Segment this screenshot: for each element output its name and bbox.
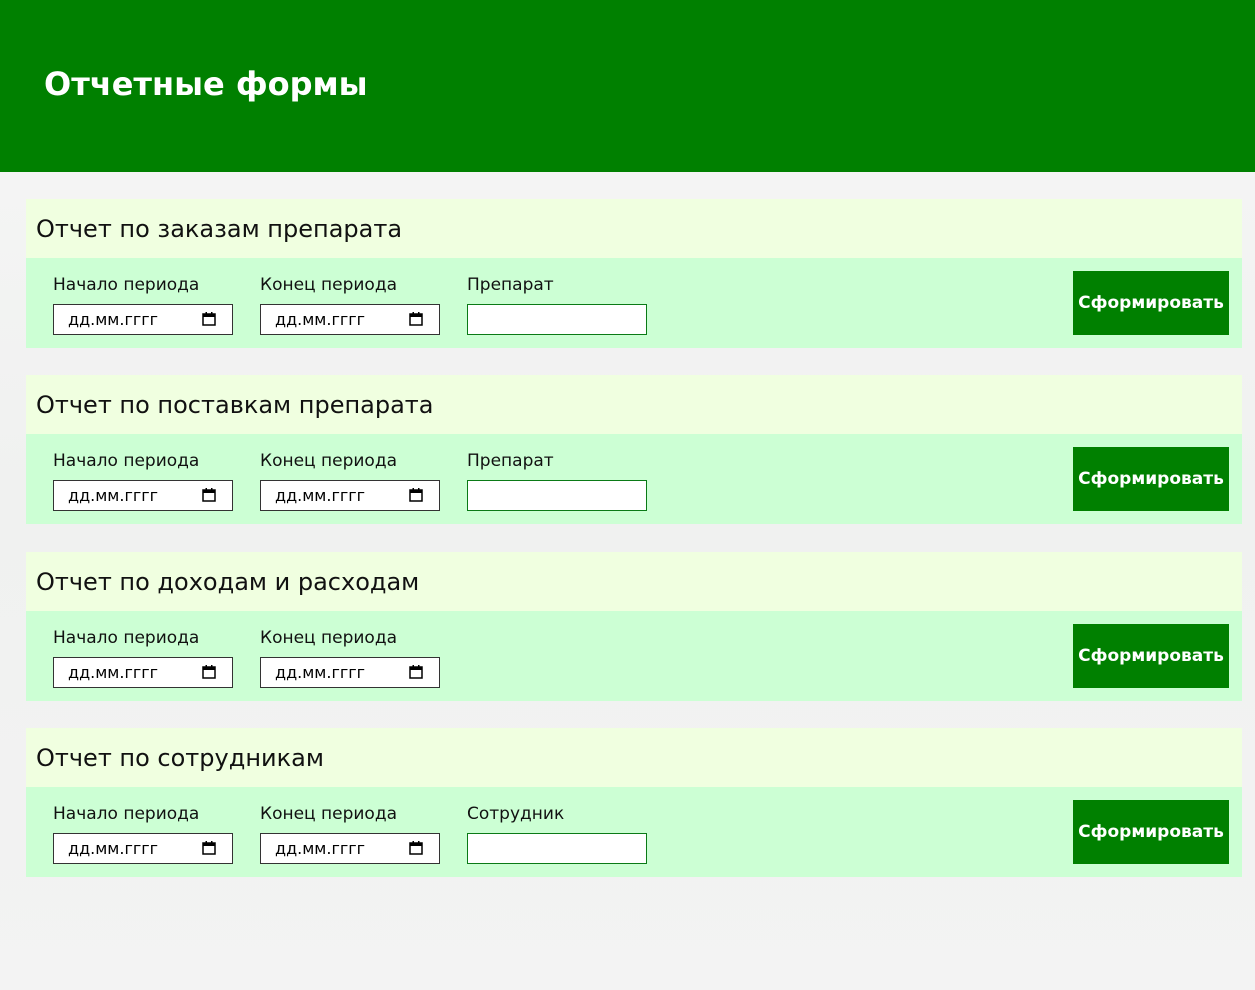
report-title-bar: Отчет по сотрудникам xyxy=(26,728,1242,787)
calendar-icon[interactable] xyxy=(202,665,216,679)
report-title: Отчет по поставкам препарата xyxy=(36,391,434,419)
report-supplies: Отчет по поставкам препарата Начало пери… xyxy=(26,375,1242,524)
date-placeholder: дд.мм.гггг xyxy=(275,839,366,858)
date-placeholder: дд.мм.гггг xyxy=(68,310,159,329)
calendar-icon[interactable] xyxy=(202,841,216,855)
end-date-input[interactable]: дд.мм.гггг xyxy=(260,833,440,864)
start-date-label: Начало периода xyxy=(53,804,200,824)
calendar-icon[interactable] xyxy=(202,488,216,502)
start-date-input[interactable]: дд.мм.гггг xyxy=(53,480,233,511)
end-date-label: Конец периода xyxy=(260,804,398,824)
report-title: Отчет по заказам препарата xyxy=(36,215,403,243)
page-title: Отчетные формы xyxy=(44,65,368,103)
drug-label: Препарат xyxy=(467,451,554,471)
date-placeholder: дд.мм.гггг xyxy=(68,839,159,858)
start-date-label: Начало периода xyxy=(53,275,200,295)
report-title-bar: Отчет по поставкам препарата xyxy=(26,375,1242,434)
report-form: Начало периода дд.мм.гггг Конец периода … xyxy=(26,258,1242,348)
generate-button[interactable]: Сформировать xyxy=(1073,447,1229,511)
end-date-label: Конец периода xyxy=(260,275,398,295)
employee-input[interactable] xyxy=(467,833,647,864)
generate-button[interactable]: Сформировать xyxy=(1073,624,1229,688)
drug-label: Препарат xyxy=(467,275,554,295)
calendar-icon[interactable] xyxy=(409,488,423,502)
report-form: Начало периода дд.мм.гггг Конец периода … xyxy=(26,434,1242,524)
start-date-label: Начало периода xyxy=(53,628,200,648)
date-placeholder: дд.мм.гггг xyxy=(68,486,159,505)
report-title: Отчет по доходам и расходам xyxy=(36,568,420,596)
calendar-icon[interactable] xyxy=(202,312,216,326)
date-placeholder: дд.мм.гггг xyxy=(68,663,159,682)
date-placeholder: дд.мм.гггг xyxy=(275,486,366,505)
end-date-input[interactable]: дд.мм.гггг xyxy=(260,657,440,688)
generate-button[interactable]: Сформировать xyxy=(1073,800,1229,864)
report-orders: Отчет по заказам препарата Начало период… xyxy=(26,199,1242,348)
end-date-label: Конец периода xyxy=(260,628,398,648)
date-placeholder: дд.мм.гггг xyxy=(275,310,366,329)
start-date-input[interactable]: дд.мм.гггг xyxy=(53,304,233,335)
calendar-icon[interactable] xyxy=(409,665,423,679)
page-header: Отчетные формы xyxy=(0,0,1255,172)
start-date-input[interactable]: дд.мм.гггг xyxy=(53,833,233,864)
report-form: Начало периода дд.мм.гггг Конец периода … xyxy=(26,787,1242,877)
end-date-label: Конец периода xyxy=(260,451,398,471)
start-date-input[interactable]: дд.мм.гггг xyxy=(53,657,233,688)
report-title-bar: Отчет по заказам препарата xyxy=(26,199,1242,258)
drug-input[interactable] xyxy=(467,480,647,511)
report-employees: Отчет по сотрудникам Начало периода дд.м… xyxy=(26,728,1242,877)
end-date-input[interactable]: дд.мм.гггг xyxy=(260,480,440,511)
calendar-icon[interactable] xyxy=(409,841,423,855)
report-income-expenses: Отчет по доходам и расходам Начало перио… xyxy=(26,552,1242,701)
drug-input[interactable] xyxy=(467,304,647,335)
report-form: Начало периода дд.мм.гггг Конец периода … xyxy=(26,611,1242,701)
generate-button[interactable]: Сформировать xyxy=(1073,271,1229,335)
start-date-label: Начало периода xyxy=(53,451,200,471)
report-title-bar: Отчет по доходам и расходам xyxy=(26,552,1242,611)
end-date-input[interactable]: дд.мм.гггг xyxy=(260,304,440,335)
employee-label: Сотрудник xyxy=(467,804,565,824)
calendar-icon[interactable] xyxy=(409,312,423,326)
report-title: Отчет по сотрудникам xyxy=(36,744,324,772)
date-placeholder: дд.мм.гггг xyxy=(275,663,366,682)
